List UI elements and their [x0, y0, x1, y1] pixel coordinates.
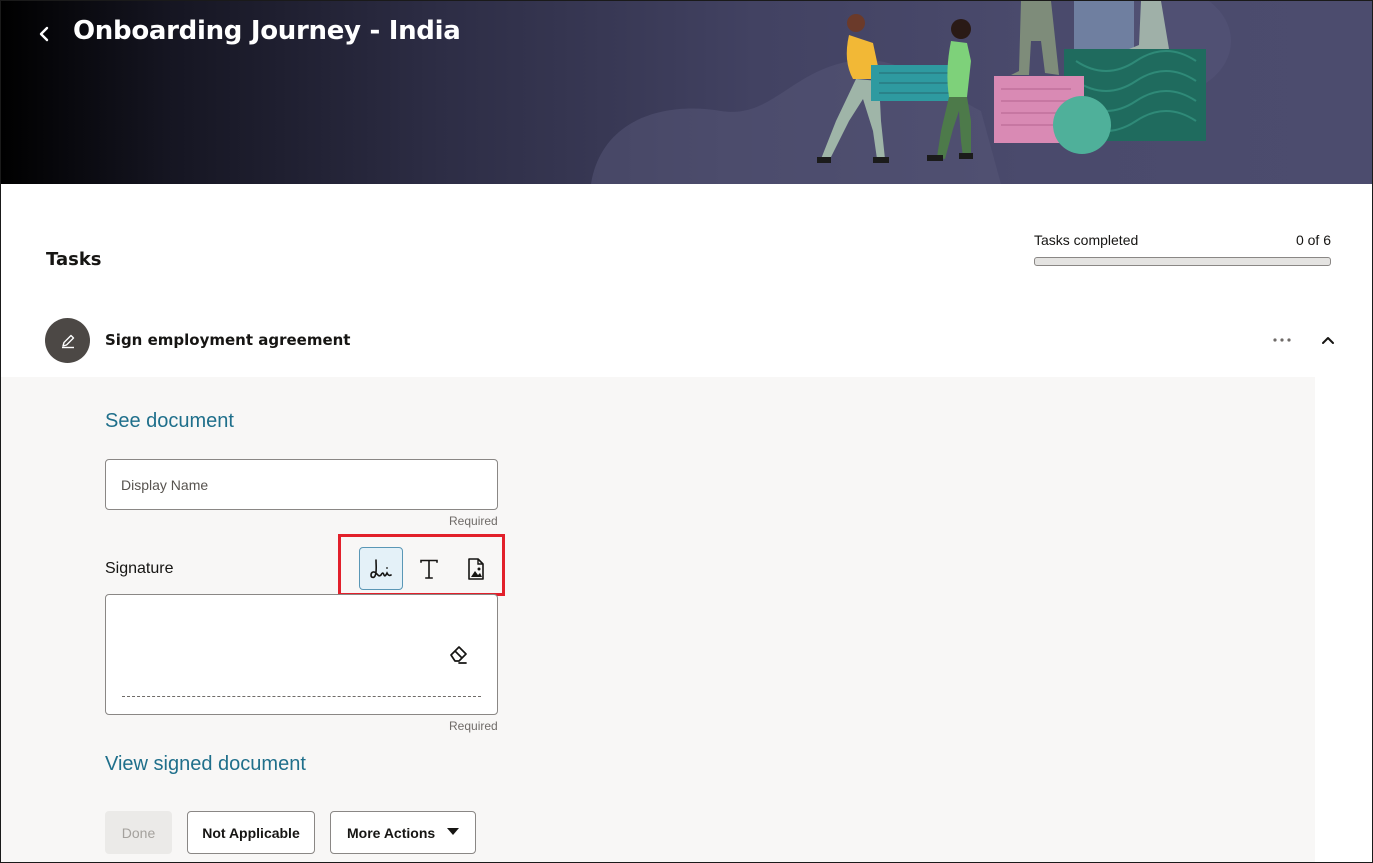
display-name-input[interactable] [106, 460, 497, 509]
signature-type-button[interactable] [407, 547, 451, 590]
progress-bar [1034, 257, 1331, 266]
task-collapse-button[interactable] [1317, 330, 1339, 350]
progress-label: Tasks completed [1034, 232, 1139, 248]
signature-image-button[interactable] [454, 547, 498, 590]
task-more-button[interactable] [1271, 330, 1293, 350]
page-title: Onboarding Journey - India [73, 16, 461, 46]
back-button[interactable] [31, 19, 57, 49]
signature-draw-icon [370, 558, 392, 578]
signature-draw-button[interactable] [359, 547, 403, 590]
clear-signature-button[interactable] [447, 642, 471, 666]
tasks-progress: Tasks completed 0 of 6 [1034, 232, 1331, 266]
done-button[interactable]: Done [105, 811, 172, 854]
display-name-field[interactable] [105, 459, 498, 510]
chevron-up-icon [1322, 337, 1334, 344]
signature-baseline [122, 696, 481, 697]
eraser-icon [450, 646, 467, 664]
text-type-icon [420, 559, 438, 579]
image-file-icon [468, 557, 484, 580]
tasks-heading: Tasks [46, 249, 102, 270]
pencil-icon [61, 334, 74, 348]
signature-required: Required [449, 719, 498, 733]
app-frame: Onboarding Journey - India Tasks Tasks c… [0, 0, 1373, 863]
see-document-link[interactable]: See document [105, 410, 234, 433]
display-name-required: Required [449, 514, 498, 528]
signature-label: Signature [105, 560, 174, 577]
chevron-left-icon [39, 26, 49, 42]
more-dots-icon [1273, 338, 1291, 342]
view-signed-document-link[interactable]: View signed document [105, 753, 306, 776]
caret-down-icon [447, 828, 459, 835]
task-row[interactable]: Sign employment agreement [45, 318, 1345, 364]
task-name[interactable]: Sign employment agreement [105, 331, 350, 349]
more-actions-button[interactable]: More Actions [330, 811, 476, 854]
signature-pad[interactable] [105, 594, 498, 715]
more-actions-label: More Actions [347, 824, 436, 841]
not-applicable-button[interactable]: Not Applicable [187, 811, 315, 854]
task-avatar [45, 318, 90, 363]
header-banner: Onboarding Journey - India [1, 1, 1372, 184]
progress-count: 0 of 6 [1295, 232, 1331, 248]
